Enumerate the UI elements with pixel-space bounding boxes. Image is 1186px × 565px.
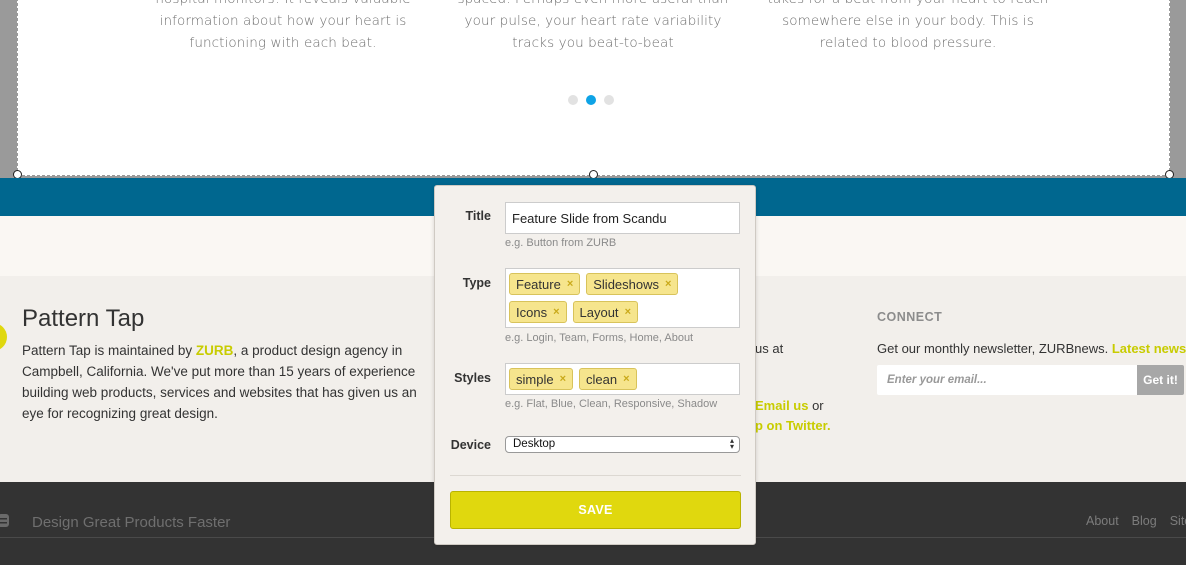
slideshow-editing-area: hospital monitors! It reveals valuable i…	[0, 0, 1186, 179]
type-tag: Slideshows ×	[586, 273, 679, 295]
style-tag: clean ×	[579, 368, 637, 390]
feature-text-3: takes for a beat from your heart to reac…	[767, 0, 1048, 51]
tag-label: Icons	[516, 304, 548, 320]
remove-tag-icon[interactable]: ×	[553, 306, 559, 318]
tag-label: Layout	[579, 304, 619, 320]
style-tag: simple ×	[509, 368, 574, 390]
slide-pagination	[568, 95, 614, 105]
tag-label: Slideshows	[593, 276, 660, 292]
title-input[interactable]	[505, 202, 740, 234]
footer-tagline: Design Great Products Faster	[32, 514, 231, 531]
device-selected-value: Desktop	[513, 438, 556, 450]
tag-label: clean	[586, 371, 618, 387]
type-tag: Feature ×	[509, 273, 581, 295]
tag-label: simple	[516, 371, 554, 387]
feature-text-2: spaced. Perhaps even more useful than yo…	[457, 0, 728, 51]
remove-tag-icon[interactable]: ×	[567, 278, 573, 290]
remove-tag-icon[interactable]: ×	[560, 373, 566, 385]
styles-hint: e.g. Flat, Blue, Clean, Responsive, Shad…	[505, 398, 718, 410]
type-tag: Icons ×	[509, 301, 567, 323]
remove-tag-icon[interactable]: ×	[625, 306, 631, 318]
footer-link-blog[interactable]: Blog	[1132, 514, 1157, 528]
title-label: Title	[465, 209, 491, 223]
contact-links: Email us or	[755, 398, 824, 413]
styles-tag-input[interactable]: simple × clean ×	[505, 363, 740, 395]
device-select[interactable]: Desktop ▴ ▾	[505, 436, 740, 453]
footer-link-about[interactable]: About	[1086, 514, 1119, 528]
pagination-dot-1[interactable]	[568, 95, 578, 105]
newsletter-email-input[interactable]	[877, 365, 1137, 395]
type-tag: Layout ×	[572, 301, 638, 323]
newsletter-description: Get our monthly newsletter, ZURBnews. La…	[877, 341, 1186, 356]
styles-label: Styles	[454, 371, 491, 385]
pagination-dot-2-active[interactable]	[586, 95, 596, 105]
remove-tag-icon[interactable]: ×	[623, 373, 629, 385]
about-description: Pattern Tap is maintained by ZURB, a pro…	[22, 340, 442, 424]
tag-label: Feature	[516, 276, 561, 292]
type-hint: e.g. Login, Team, Forms, Home, About	[505, 332, 694, 344]
slide-selection-box[interactable]: hospital monitors! It reveals valuable i…	[17, 0, 1170, 176]
type-tag-input[interactable]: Feature × Slideshows × Icons × Layout ×	[505, 268, 740, 328]
twitter-link[interactable]: p on Twitter.	[755, 418, 831, 433]
feature-text-1: hospital monitors! It reveals valuable i…	[155, 0, 410, 51]
zurb-footer-logo-icon	[0, 514, 9, 527]
connect-heading: CONNECT	[877, 310, 943, 324]
pattern-edit-modal: Title e.g. Button from ZURB Type Feature…	[434, 185, 756, 545]
about-title: Pattern Tap	[22, 305, 145, 332]
pagination-dot-3[interactable]	[604, 95, 614, 105]
contact-or-text: or	[808, 398, 824, 413]
device-label: Device	[450, 438, 491, 452]
latest-news-link[interactable]: Latest news & i	[1112, 341, 1186, 356]
contact-text: us at	[755, 341, 784, 356]
save-button[interactable]: SAVE	[450, 491, 741, 529]
footer-nav: About Blog Site	[1086, 514, 1186, 528]
footer-link-site[interactable]: Site	[1170, 514, 1186, 528]
remove-tag-icon[interactable]: ×	[665, 278, 671, 290]
type-label: Type	[462, 276, 491, 290]
newsletter-submit-button[interactable]: Get it!	[1137, 365, 1184, 395]
about-desc-text: Pattern Tap is maintained by	[22, 343, 196, 358]
email-us-link[interactable]: Email us	[755, 398, 808, 413]
title-hint: e.g. Button from ZURB	[505, 237, 617, 249]
modal-divider	[450, 475, 741, 476]
newsletter-text: Get our monthly newsletter, ZURBnews.	[877, 341, 1112, 356]
pattern-tap-logo-icon	[0, 324, 7, 350]
select-arrows-icon: ▴ ▾	[729, 436, 734, 451]
zurb-link[interactable]: ZURB	[196, 343, 234, 358]
